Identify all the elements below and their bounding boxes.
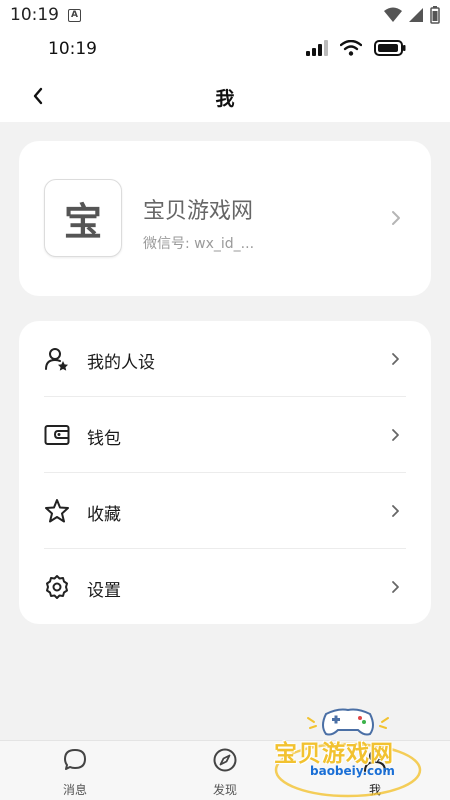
page-header: 我 — [0, 70, 450, 122]
chevron-right-icon — [392, 581, 399, 593]
wifi-icon — [384, 7, 402, 22]
menu-item-settings[interactable]: 设置 — [19, 549, 431, 625]
chat-bubble-icon — [64, 749, 86, 770]
menu-label-favorites: 收藏 — [87, 505, 121, 525]
chevron-right-icon — [392, 429, 399, 441]
menu-label-persona: 我的人设 — [87, 353, 155, 373]
wifi-icon — [340, 40, 362, 56]
tab-label-discover: 发现 — [212, 783, 237, 797]
compass-icon — [213, 748, 237, 772]
menu-card: 我的人设 钱包 收藏 设置 — [19, 321, 431, 624]
tab-discover[interactable]: 发现 — [150, 741, 300, 800]
tab-me[interactable]: 我 — [300, 741, 450, 800]
battery-icon — [374, 40, 406, 56]
profile-card[interactable]: 宝 宝贝游戏网 微信号: wx_id_... — [19, 141, 431, 296]
system-status-bar: 10:19 A — [0, 0, 450, 30]
page-title: 我 — [215, 88, 235, 110]
system-clock: 10:19 — [10, 5, 59, 25]
wechat-id: 微信号: wx_id_... — [143, 236, 255, 252]
gear-icon — [46, 575, 68, 599]
chevron-right-icon — [392, 505, 399, 517]
battery-icon — [430, 6, 440, 24]
star-icon — [45, 499, 69, 523]
chevron-right-icon — [392, 353, 399, 365]
chevron-right-icon — [392, 211, 400, 225]
user-icon — [364, 750, 386, 772]
cellular-signal-icon — [306, 40, 328, 56]
wallet-icon — [44, 425, 70, 445]
app-clock: 10:19 — [48, 39, 97, 59]
notification-icon: A — [68, 9, 81, 22]
avatar: 宝 — [44, 179, 122, 257]
menu-item-favorites[interactable]: 收藏 — [19, 473, 431, 549]
menu-item-wallet[interactable]: 钱包 — [19, 397, 431, 473]
menu-item-persona[interactable]: 我的人设 — [19, 321, 431, 397]
profile-name: 宝贝游戏网 — [143, 199, 254, 224]
bottom-tab-bar: 消息 发现 我 — [0, 740, 450, 800]
tab-label-messages: 消息 — [62, 783, 87, 797]
menu-label-settings: 设置 — [87, 581, 121, 601]
menu-label-wallet: 钱包 — [87, 429, 121, 449]
signal-icon — [409, 8, 423, 22]
app-status-bar: 10:19 — [0, 30, 450, 70]
tab-label-me: 我 — [368, 783, 381, 797]
tab-messages[interactable]: 消息 — [0, 741, 150, 800]
persona-icon — [45, 348, 68, 371]
